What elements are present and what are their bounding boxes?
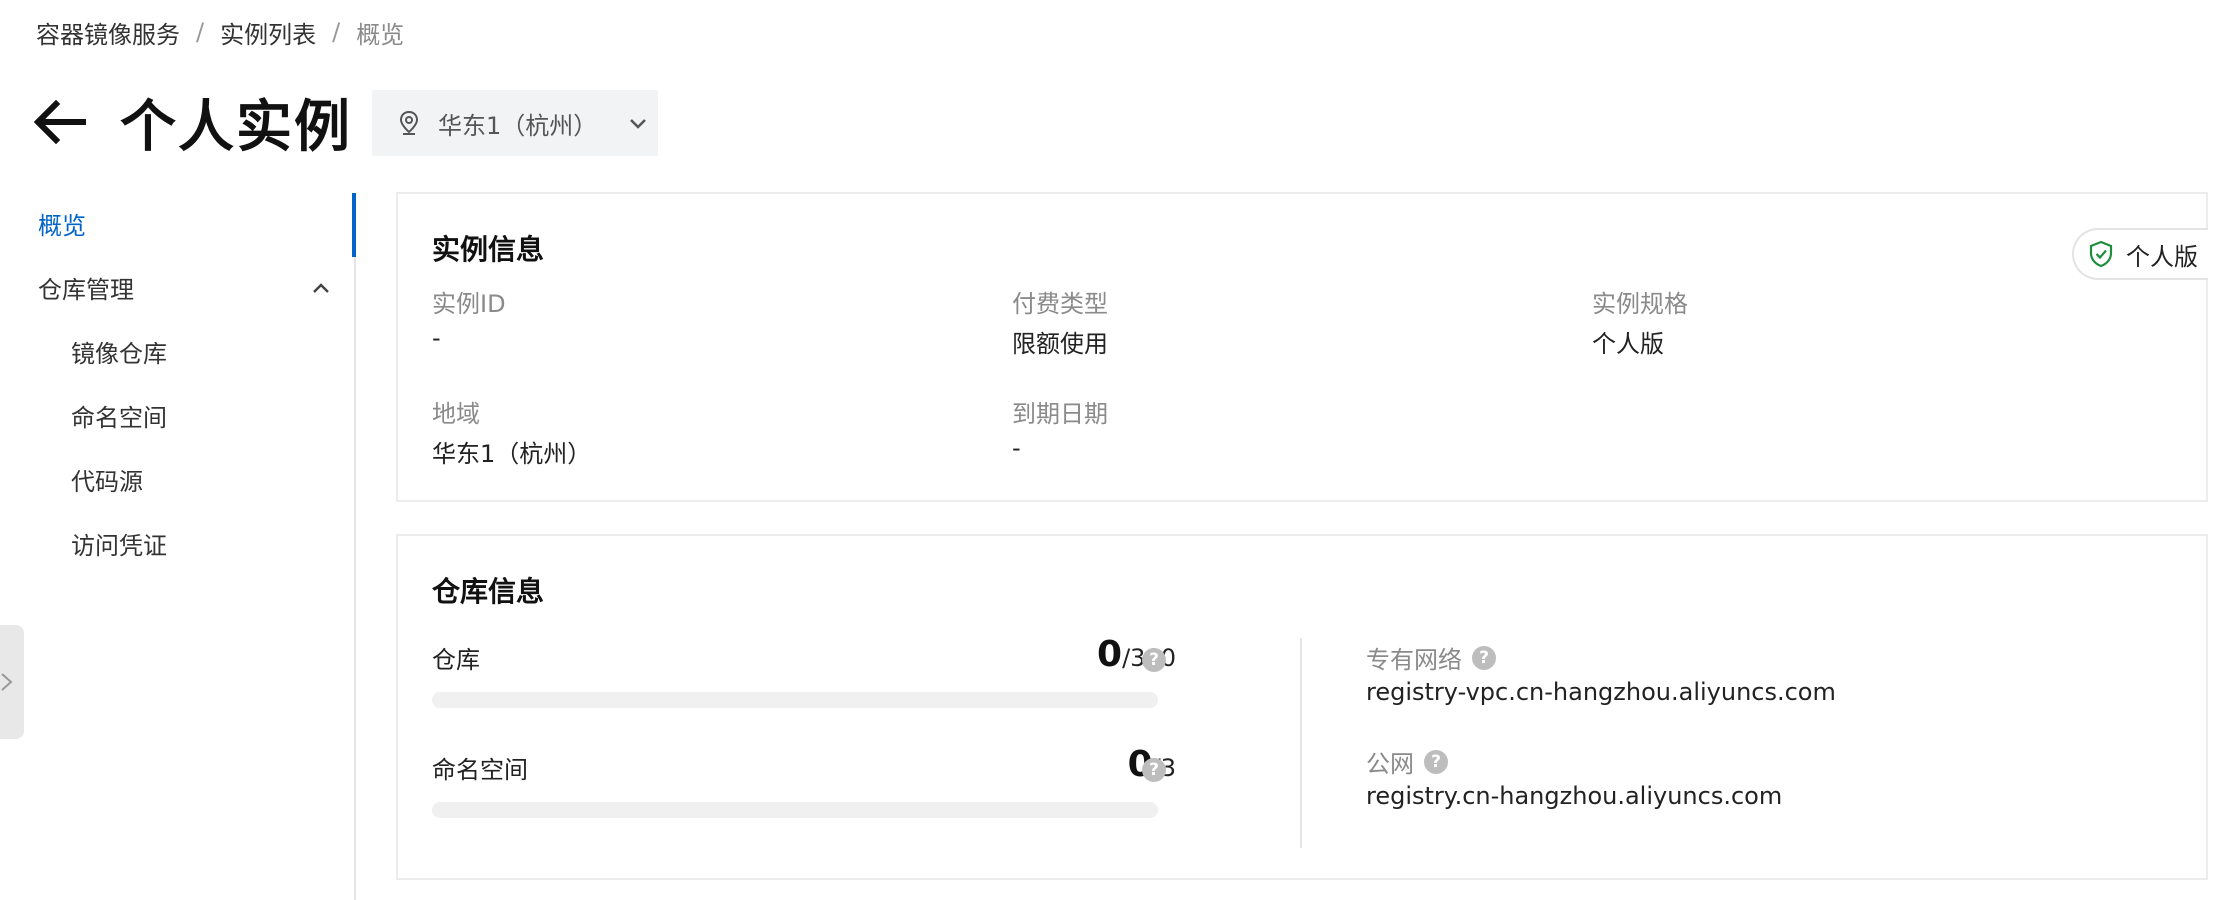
help-icon[interactable]: ? — [1472, 645, 1496, 670]
breadcrumb-link-instance-list[interactable]: 实例列表 — [220, 15, 316, 50]
edition-badge-label: 个人版 — [2126, 242, 2198, 271]
field-label-billing-type: 付费类型 — [1012, 290, 1108, 318]
edition-badge: 个人版 — [2072, 228, 2208, 280]
chevron-up-icon[interactable] — [310, 277, 332, 299]
breadcrumb-current: 概览 — [356, 20, 405, 49]
sidebar-item-overview[interactable]: 概览 — [38, 209, 86, 243]
repo-info-card: 仓库信息 仓库 0 /300 ? 命名空间 0 /3 ? 专有网络 ? regi… — [396, 534, 2208, 880]
instance-info-title: 实例信息 — [432, 233, 545, 266]
quota-used-repo: 0 — [1097, 634, 1123, 675]
title-row: 个人实例 — [34, 86, 352, 160]
breadcrumb: 容器镜像服务 / 实例列表 / 概览 — [36, 14, 404, 50]
breadcrumb-link-registry[interactable]: 容器镜像服务 — [36, 15, 180, 50]
breadcrumb-separator: / — [196, 18, 205, 46]
sidebar-collapse-toggle[interactable] — [0, 625, 24, 739]
quota-progress-namespace — [432, 802, 1158, 818]
repo-info-title: 仓库信息 — [432, 575, 545, 608]
shield-check-icon — [2088, 240, 2114, 268]
field-label-expiry-date: 到期日期 — [1012, 400, 1108, 428]
public-endpoint-label: 公网 ? — [1366, 744, 1448, 779]
sidebar-item-access-credential[interactable]: 访问凭证 — [71, 529, 167, 563]
quota-label-namespace: 命名空间 — [432, 756, 528, 784]
public-endpoint-label-text: 公网 — [1366, 750, 1414, 778]
field-value-billing-type: 限额使用 — [1012, 330, 1108, 358]
field-value-instance-id: - — [432, 324, 441, 352]
sidebar: 概览 仓库管理 镜像仓库 命名空间 代码源 访问凭证 — [0, 193, 356, 900]
region-select[interactable]: 华东1（杭州） — [372, 90, 658, 156]
quota-label-repo: 仓库 — [432, 646, 480, 674]
vpc-endpoint-label-text: 专有网络 — [1366, 646, 1462, 674]
quota-progress-repo — [432, 692, 1158, 708]
help-icon[interactable]: ? — [1424, 749, 1448, 774]
vpc-endpoint-label: 专有网络 ? — [1366, 640, 1496, 675]
help-icon[interactable]: ? — [1142, 758, 1166, 782]
field-label-region: 地域 — [432, 400, 480, 428]
sidebar-item-code-source[interactable]: 代码源 — [71, 465, 143, 499]
location-pin-icon — [396, 110, 422, 136]
vertical-divider — [1300, 638, 1302, 848]
chevron-down-icon — [627, 112, 649, 134]
public-endpoint-value: registry.cn-hangzhou.aliyuncs.com — [1366, 782, 1783, 810]
chevron-right-icon — [0, 668, 14, 696]
breadcrumb-separator: / — [332, 18, 341, 46]
active-indicator — [352, 193, 356, 257]
field-value-instance-spec: 个人版 — [1592, 330, 1664, 358]
field-label-instance-id: 实例ID — [432, 290, 506, 318]
vpc-endpoint-value: registry-vpc.cn-hangzhou.aliyuncs.com — [1366, 678, 1836, 706]
page-title: 个人实例 — [120, 94, 352, 160]
sidebar-item-image-repo[interactable]: 镜像仓库 — [71, 337, 167, 371]
region-label: 华东1（杭州） — [438, 111, 598, 140]
sidebar-item-namespace[interactable]: 命名空间 — [71, 401, 167, 435]
field-label-instance-spec: 实例规格 — [1592, 290, 1688, 318]
arrow-left-icon[interactable] — [34, 98, 90, 146]
help-icon[interactable]: ? — [1142, 648, 1166, 672]
instance-info-card: 实例信息 个人版 实例ID - 付费类型 限额使用 实例规格 个人版 地域 华东… — [396, 192, 2208, 502]
field-value-region: 华东1（杭州） — [432, 440, 592, 468]
sidebar-group-repo-management[interactable]: 仓库管理 — [38, 273, 134, 307]
field-value-expiry-date: - — [1012, 434, 1021, 462]
